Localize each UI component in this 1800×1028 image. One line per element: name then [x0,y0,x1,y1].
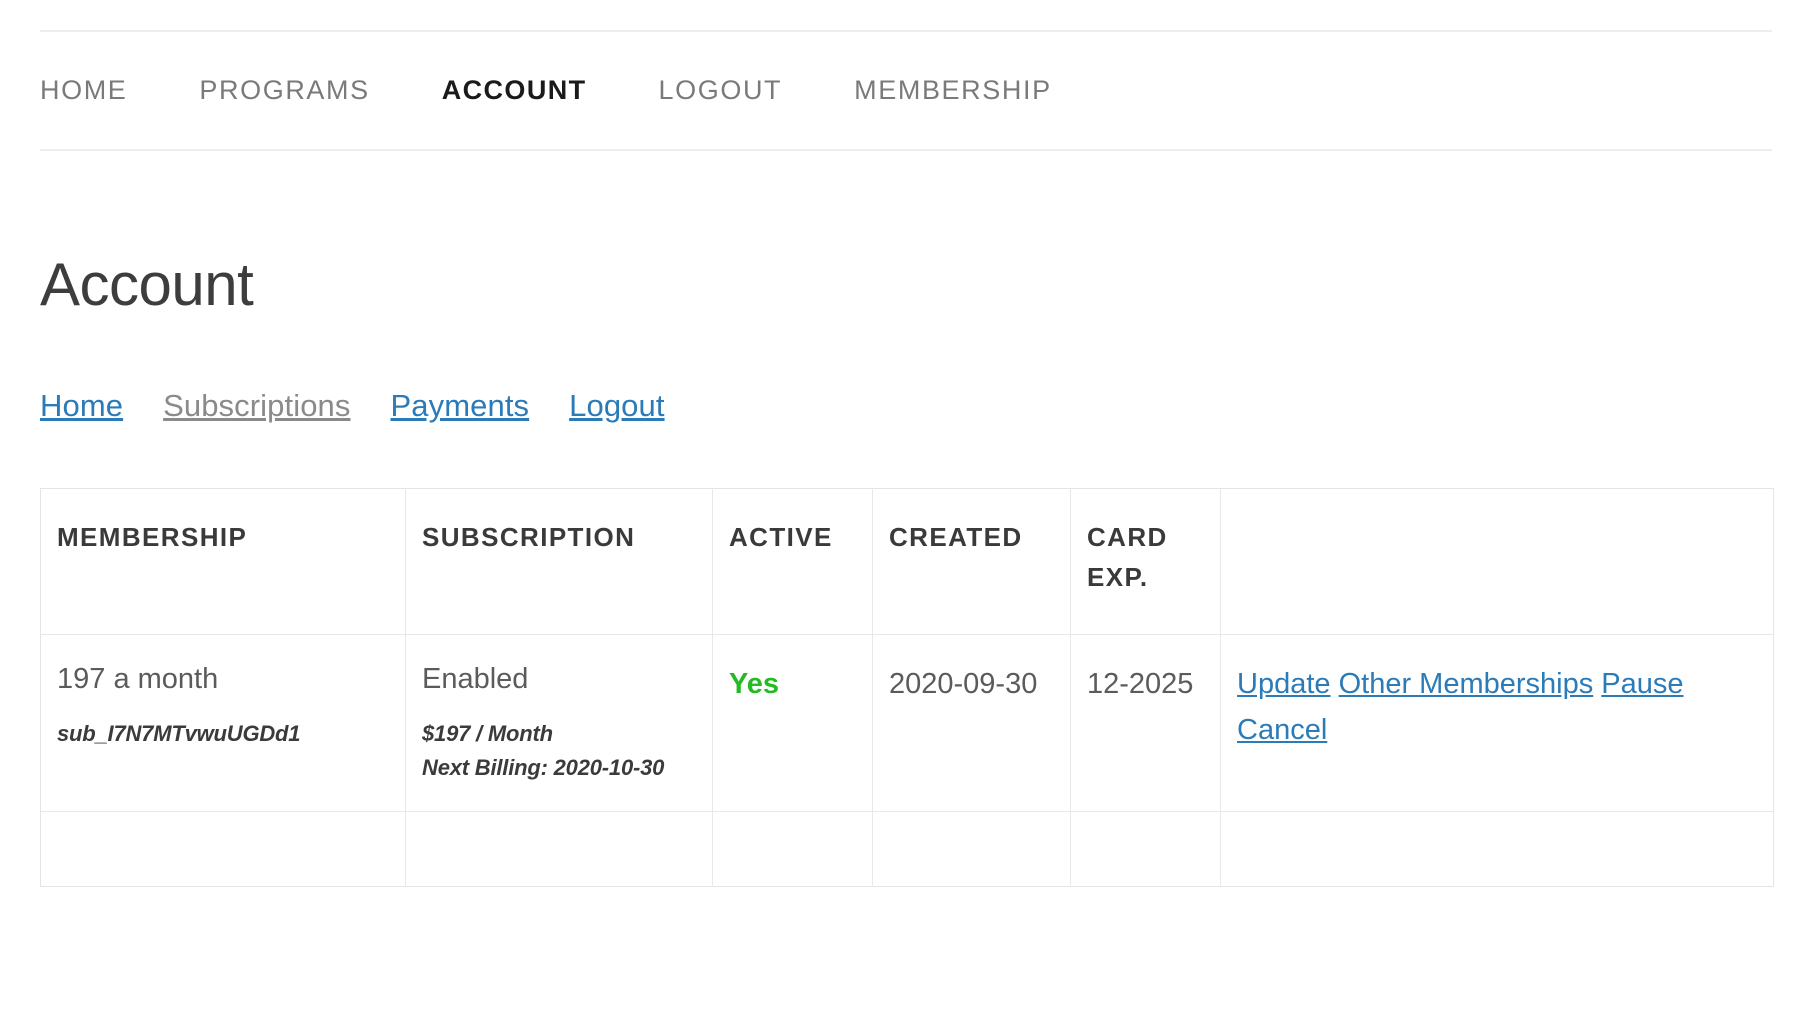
column-header-created: CREATED [873,489,1071,635]
nav-item-account[interactable]: ACCOUNT [442,75,587,106]
cell-created: 2020-09-30 [873,635,1071,812]
pause-link[interactable]: Pause [1601,668,1683,700]
cell-card-exp-partial [1071,811,1221,886]
subscription-status: Enabled [422,661,694,699]
cell-subscription-partial [406,811,713,886]
cell-membership: 197 a month sub_I7N7MTvwuUGDd1 [41,635,406,812]
cell-card-exp: 12-2025 [1071,635,1221,812]
account-subnavigation: Home Subscriptions Payments Logout [40,388,1772,424]
nav-item-logout[interactable]: LOGOUT [659,75,783,106]
cell-active: Yes [713,635,873,812]
subnav-link-home[interactable]: Home [40,388,123,424]
subnav-link-logout[interactable]: Logout [569,388,664,424]
cell-actions-partial [1221,811,1774,886]
created-date: 2020-09-30 [889,668,1037,700]
membership-name: 197 a month [57,661,387,699]
subscriptions-table: MEMBERSHIP SUBSCRIPTION ACTIVE CREATED C… [40,488,1774,887]
subnav-link-subscriptions[interactable]: Subscriptions [163,388,350,424]
column-header-actions [1221,489,1774,635]
page-title: Account [40,252,1772,318]
update-link[interactable]: Update [1237,668,1331,700]
other-memberships-link[interactable]: Other Memberships [1339,668,1594,700]
table-header-row: MEMBERSHIP SUBSCRIPTION ACTIVE CREATED C… [41,489,1774,635]
primary-nav-list: HOME PROGRAMS ACCOUNT LOGOUT MEMBERSHIP [40,75,1124,106]
card-expiration: 12-2025 [1087,668,1193,700]
main-content: Account Home Subscriptions Payments Logo… [0,252,1800,887]
table-header: MEMBERSHIP SUBSCRIPTION ACTIVE CREATED C… [41,489,1774,635]
table-row-partial [41,811,1774,886]
cell-actions: Update Other Memberships Pause Cancel [1221,635,1774,812]
column-header-membership: MEMBERSHIP [41,489,406,635]
nav-item-programs[interactable]: PROGRAMS [199,75,369,106]
table-body: 197 a month sub_I7N7MTvwuUGDd1 Enabled $… [41,635,1774,887]
cell-created-partial [873,811,1071,886]
cancel-link[interactable]: Cancel [1237,714,1327,746]
table-row: 197 a month sub_I7N7MTvwuUGDd1 Enabled $… [41,635,1774,812]
cell-subscription: Enabled $197 / Month Next Billing: 2020-… [406,635,713,812]
column-header-card-exp: CARD EXP. [1071,489,1221,635]
subnav-link-payments[interactable]: Payments [391,388,530,424]
subscription-price: $197 / Month [422,717,694,751]
primary-navigation: HOME PROGRAMS ACCOUNT LOGOUT MEMBERSHIP [40,30,1772,151]
subscription-id: sub_I7N7MTvwuUGDd1 [57,717,387,751]
column-header-subscription: SUBSCRIPTION [406,489,713,635]
subscription-next-billing: Next Billing: 2020-10-30 [422,751,694,785]
nav-item-home[interactable]: HOME [40,75,127,106]
cell-active-partial [713,811,873,886]
nav-item-membership[interactable]: MEMBERSHIP [854,75,1052,106]
cell-membership-partial [41,811,406,886]
column-header-active: ACTIVE [713,489,873,635]
active-status-badge: Yes [729,668,779,700]
